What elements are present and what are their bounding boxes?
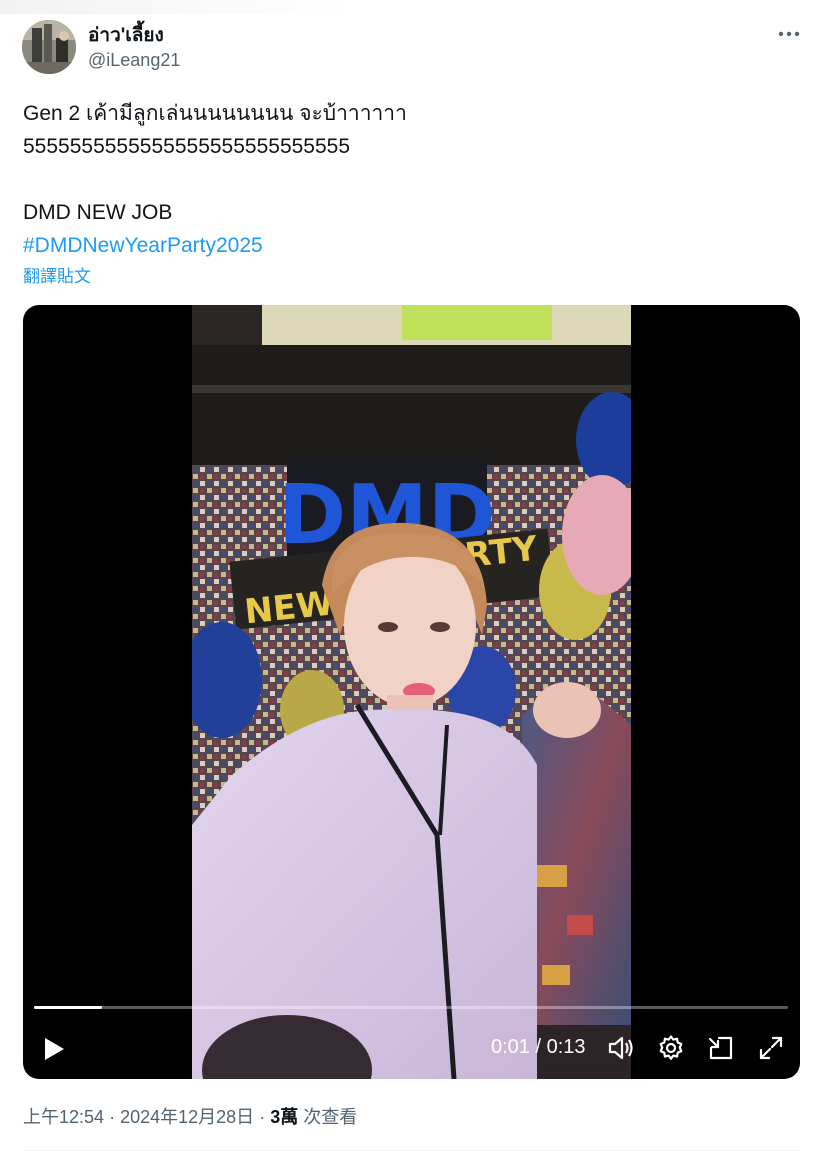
tweet-line: 5555555555555555555555555555 — [23, 135, 351, 158]
views-label: 次查看 — [303, 1107, 358, 1127]
post-meta: 上午12:54 · 2024年12月28日 · 3萬 次查看 — [23, 1103, 357, 1129]
meta-dot: · — [109, 1107, 116, 1127]
video-progress-bar[interactable] — [34, 1006, 788, 1009]
play-icon[interactable] — [41, 1036, 67, 1062]
video-frame: DMD NEW RTY — [192, 305, 631, 1079]
tweet-text: Gen 2 เค้ามีลูกเล่นนนนนนนน จะบ้าาาาาา 55… — [23, 97, 793, 262]
video-progress-fill — [34, 1006, 102, 1009]
hashtag-link[interactable]: #DMDNewYearParty2025 — [23, 229, 793, 262]
meta-dot: · — [259, 1107, 266, 1127]
avatar[interactable] — [22, 20, 76, 74]
video-current-time: 0:01 — [491, 1036, 530, 1058]
top-fade — [0, 0, 360, 14]
author-handle[interactable]: @iLeang21 — [88, 50, 180, 71]
picture-in-picture-icon[interactable] — [707, 1034, 735, 1062]
tweet-line: DMD NEW JOB — [23, 201, 173, 224]
views-count: 3萬 — [270, 1107, 299, 1127]
video-player[interactable]: DMD NEW RTY 0:01 / 0:13 — [23, 305, 800, 1079]
post-time[interactable]: 上午12:54 — [23, 1107, 104, 1127]
author-display-name[interactable]: อ่าว'เลี้ยง — [88, 20, 164, 50]
video-time-display: 0:01 / 0:13 — [491, 1036, 586, 1059]
volume-icon[interactable] — [607, 1034, 637, 1062]
translate-post-link[interactable]: 翻譯貼文 — [23, 262, 91, 287]
more-options-icon[interactable] — [776, 22, 802, 46]
video-time-separator: / — [535, 1036, 542, 1058]
fullscreen-icon[interactable] — [757, 1034, 785, 1062]
divider — [23, 1150, 800, 1151]
tweet-line: Gen 2 เค้ามีลูกเล่นนนนนนนน จะบ้าาาาาา — [23, 102, 407, 125]
post-date[interactable]: 2024年12月28日 — [120, 1107, 254, 1127]
gear-icon[interactable] — [657, 1034, 685, 1062]
video-duration: 0:13 — [546, 1036, 586, 1058]
